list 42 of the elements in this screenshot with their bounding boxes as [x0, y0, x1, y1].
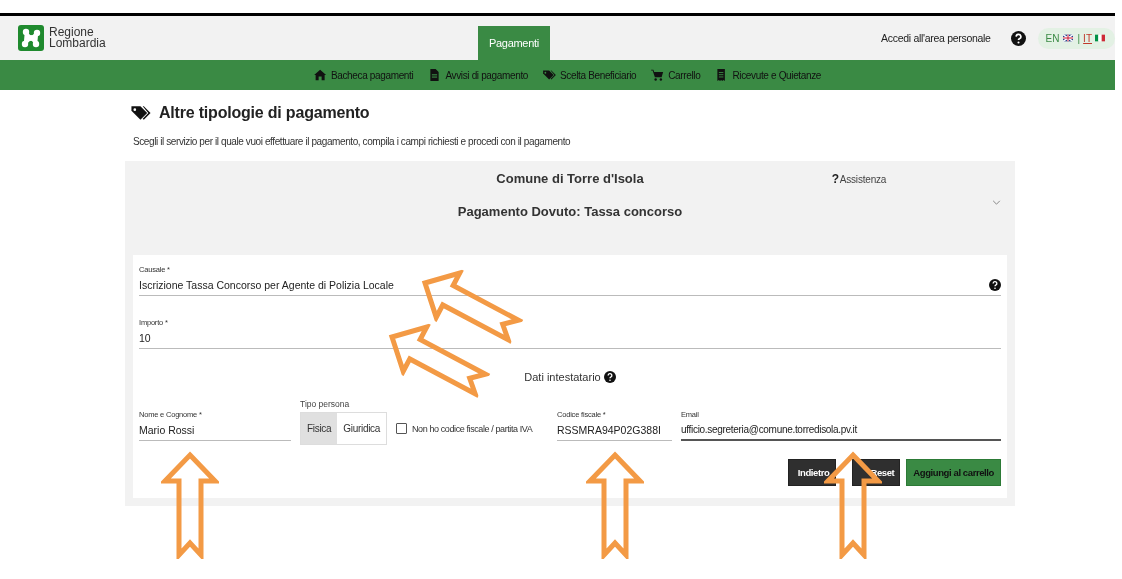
input-field[interactable]: 10 [139, 330, 1001, 349]
tags-icon [543, 69, 557, 81]
pagamenti-tab[interactable]: Pagamenti [478, 26, 550, 60]
chevron-down-icon [992, 200, 1001, 205]
field-label: Tipo persona [300, 399, 351, 409]
input-field[interactable]: Mario Rossi [139, 422, 291, 441]
annotation-arrow-icon [161, 449, 219, 559]
intro-text: Scegli il servizio per il quale vuoi effettuare il pagamento, compila i campi richiesti e procedi con il pagamento [133, 136, 572, 147]
nav-link[interactable]: Avvisi di pagamento [428, 69, 529, 81]
form-button[interactable]: Indietro [787, 459, 837, 486]
italy-flag-icon [1095, 34, 1105, 42]
nav-link[interactable]: Bacheca pagamenti [313, 69, 414, 81]
tags-icon [131, 104, 151, 122]
language-link[interactable]: EN [1045, 32, 1060, 44]
page-title: Altre tipologie di pagamento [159, 104, 370, 122]
language-separator: | [1077, 32, 1081, 44]
service-title: Pagamento Dovuto: Tassa concorso [457, 204, 683, 219]
logo-text: Regione Lombardia [49, 27, 106, 49]
add-to-cart-button[interactable]: Aggiungi al carrello [906, 459, 1001, 486]
person-type-option[interactable]: Fisica [301, 413, 338, 444]
logo-icon [18, 25, 44, 51]
uk-flag-icon [1062, 34, 1073, 42]
language-link[interactable]: IT [1083, 32, 1092, 44]
nav-link[interactable]: Carrello [651, 69, 701, 81]
help-icon [1010, 30, 1026, 46]
nav-link[interactable]: Ricevute e Quietanze [715, 69, 822, 81]
input-field[interactable]: ufficio.segreteria@comune.torredisola.pv.it [681, 422, 1001, 441]
section-title: Dati intestatario [524, 371, 601, 383]
checkbox[interactable] [396, 423, 407, 434]
annotation-arrow-icon [586, 449, 644, 559]
login-link[interactable]: Accedi all'area personale [881, 32, 991, 44]
input-field[interactable]: Iscrizione Tassa Concorso per Agente di Polizia Locale [139, 277, 1001, 296]
checkbox-label: Non ho codice fiscale / partita IVA [412, 423, 533, 434]
input-field[interactable]: RSSMRA94P02G388I [557, 422, 672, 441]
home-icon [313, 69, 327, 81]
help-icon [603, 371, 616, 383]
help-icon [989, 279, 1001, 291]
document-icon [428, 69, 442, 81]
cart-icon [651, 69, 665, 81]
nav-link[interactable]: Scelta Beneficiario [543, 69, 637, 81]
entity-name: Comune di Torre d'Isola [496, 171, 644, 186]
assistance-link[interactable]: ?Assistenza [831, 173, 887, 185]
